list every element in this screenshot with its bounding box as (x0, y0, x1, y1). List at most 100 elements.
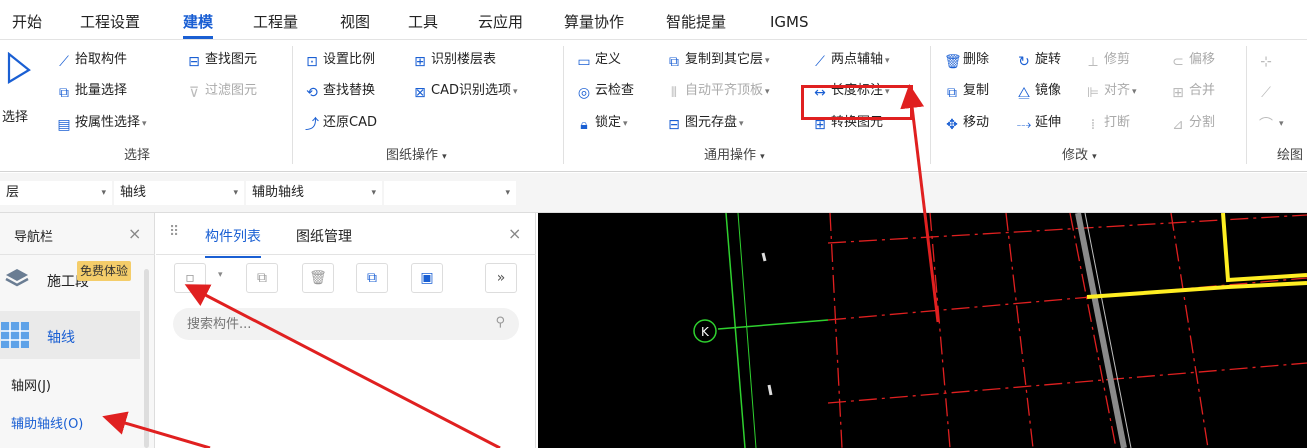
cloud-check-button[interactable]: ◎ 云检查 (576, 80, 634, 102)
rotate-label: 旋转 (1035, 52, 1062, 67)
filter-element-button[interactable]: ⊽ 过滤图元 (186, 80, 257, 102)
delete-button[interactable]: 🗑︎删除 (944, 49, 989, 71)
offset-button[interactable]: ⊂ 偏移 (1170, 49, 1215, 71)
move-icon: ✥ (946, 117, 958, 133)
chevron-down-icon: ▾ (233, 188, 238, 198)
offset-icon: ⊂ (1172, 54, 1184, 70)
select-big-label: 选择 (2, 110, 29, 125)
menu-igms[interactable]: IGMS (770, 12, 809, 32)
subtype-combo[interactable]: 辅助轴线 ▾ (246, 181, 382, 205)
align-button[interactable]: ⊫ 对齐 ▾ (1085, 80, 1137, 102)
lock-icon: 🔒︎ (580, 117, 588, 133)
recognize-floor-table-button[interactable]: ⊞ 识别楼层表 (412, 49, 496, 71)
find-replace-button[interactable]: ⟲ 查找替换 (304, 80, 375, 102)
restore-cad-button[interactable]: ⤴ 还原CAD (304, 112, 377, 134)
menu-modeling[interactable]: 建模 (183, 12, 214, 39)
copy-to-floor-button[interactable]: ⧉ 复制到其它层 ▾ (666, 49, 770, 71)
menu-tools[interactable]: 工具 (408, 12, 438, 32)
save-icon: ▣ (420, 270, 434, 286)
rotate-button[interactable]: ↻ 旋转 (1016, 49, 1061, 71)
menu-view[interactable]: 视图 (340, 12, 370, 32)
new-component-button[interactable]: ▫ (174, 263, 206, 293)
extend-button[interactable]: ⤏ 延伸 (1016, 112, 1061, 134)
merge-label: 合并 (1189, 83, 1216, 98)
menu-collab[interactable]: 算量协作 (564, 12, 624, 32)
delete-component-button[interactable]: 🗑︎ (302, 263, 334, 293)
set-scale-button[interactable]: ⊡ 设置比例 (304, 49, 375, 71)
define-button[interactable]: ▭ 定义 (576, 49, 621, 71)
arc-icon: ⌒ (1259, 117, 1273, 133)
menu-smart[interactable]: 智能提量 (666, 12, 726, 32)
mirror-label: 镜像 (1035, 83, 1062, 98)
define-label: 定义 (595, 52, 622, 67)
pick-icon: ⟋ (59, 54, 69, 70)
select-by-attr-button[interactable]: ▤ 按属性选择 ▾ (56, 112, 146, 134)
cad-options-button[interactable]: ⊠ CAD识别选项 ▾ (412, 80, 517, 102)
lock-button[interactable]: 🔒︎ 锁定 ▾ (576, 112, 627, 134)
menu-bar: 开始 工程设置 建模 工程量 视图 工具 云应用 算量协作 智能提量 IGMS (0, 0, 1307, 40)
component-combo[interactable]: ▾ (384, 181, 516, 205)
type-combo[interactable]: 轴线 ▾ (114, 181, 244, 205)
align-icon: ⊫ (1086, 85, 1100, 101)
floor-combo[interactable]: 层 ▾ (0, 181, 112, 205)
split-button[interactable]: ⊿ 分割 (1170, 112, 1215, 134)
align-label: 对齐 (1104, 83, 1131, 98)
menu-quantities[interactable]: 工程量 (253, 12, 298, 32)
break-button[interactable]: ⁞ 打断 (1085, 112, 1130, 134)
cad-canvas[interactable]: K (538, 212, 1307, 448)
trim-label: 修剪 (1104, 52, 1131, 67)
merge-icon: ⊞ (1172, 85, 1184, 101)
drag-handle-icon[interactable]: ⠿ (169, 224, 179, 240)
chevron-down-icon: ▾ (885, 56, 890, 66)
close-icon[interactable]: × (128, 224, 141, 243)
auto-align-top-button[interactable]: ⫴ 自动平齐顶板 ▾ (666, 80, 770, 102)
yellow-beam (1086, 281, 1307, 299)
menu-project-settings[interactable]: 工程设置 (80, 12, 140, 32)
nav-item-axis[interactable]: 轴线 (0, 311, 140, 359)
extend-label: 延伸 (1035, 115, 1062, 130)
nav-sub-grid[interactable]: 轴网(J) (11, 375, 51, 394)
move-button[interactable]: ✥ 移动 (944, 112, 989, 134)
draw-arc-button[interactable]: ⌒ ▾ (1258, 112, 1284, 134)
copy-floor-icon: ⧉ (669, 54, 679, 70)
select-big-button[interactable]: 选择 (0, 48, 44, 142)
cad-icon: ⊠ (414, 85, 426, 101)
select-arrow-icon (7, 52, 31, 84)
chevron-down-icon: ▾ (1279, 119, 1284, 129)
define-icon: ▭ (577, 54, 591, 70)
tab-drawing-management[interactable]: 图纸管理 (296, 226, 352, 246)
layer-copy-button[interactable]: ⧉ (356, 263, 388, 293)
merge-button[interactable]: ⊞ 合并 (1170, 80, 1215, 102)
trim-button[interactable]: ⟂ 修剪 (1085, 49, 1130, 71)
extend-icon: ⤏ (1016, 117, 1032, 133)
more-button[interactable]: » (485, 263, 517, 293)
copy-label: 复制 (963, 83, 990, 98)
search-input[interactable] (187, 314, 487, 334)
element-store-button[interactable]: ⊟ 图元存盘 ▾ (666, 112, 743, 134)
copy-button[interactable]: ⧉ 复制 (944, 80, 989, 102)
two-point-axis-button[interactable]: ⟋ 两点辅轴 ▾ (812, 49, 890, 71)
close-icon[interactable]: × (508, 224, 521, 243)
red-axis-line (827, 362, 1307, 404)
find-element-button[interactable]: ⊟ 查找图元 (186, 49, 257, 71)
batch-select-button[interactable]: ⧉ 批量选择 (56, 80, 127, 102)
menu-cloud[interactable]: 云应用 (478, 12, 523, 32)
group-select-label: 选择 (124, 148, 151, 163)
nav-sub-aux-axis[interactable]: 辅助轴线(O) (11, 413, 83, 432)
nav-item-construction[interactable]: 施工段 免费体验 (0, 255, 140, 303)
pick-component-button[interactable]: ⟋ 拾取构件 (56, 49, 127, 71)
search-icon[interactable]: ⚲ (495, 315, 505, 330)
free-trial-badge[interactable]: 免费体验 (77, 261, 132, 281)
copy-icon: ⧉ (947, 85, 957, 101)
ribbon: 选择 ⟋ 拾取构件 ⧉ 批量选择 ▤ 按属性选择 ▾ ⊟ 查找图元 ⊽ 过滤图元 选择 ⊡ 设… (0, 40, 1307, 172)
draw-point-button[interactable]: ⊹ (1258, 49, 1277, 71)
tab-component-list[interactable]: 构件列表 (205, 226, 261, 258)
nav-scrollbar[interactable] (144, 269, 149, 448)
save-component-button[interactable]: ▣ (411, 263, 443, 293)
copy-component-button[interactable]: ⧉ (246, 263, 278, 293)
draw-line-button[interactable]: ⟋ (1258, 80, 1277, 102)
menu-start[interactable]: 开始 (12, 12, 42, 32)
set-scale-label: 设置比例 (323, 52, 376, 67)
mirror-button[interactable]: ⧋ 镜像 (1016, 80, 1061, 102)
chevron-down-icon[interactable]: ▾ (218, 270, 223, 280)
